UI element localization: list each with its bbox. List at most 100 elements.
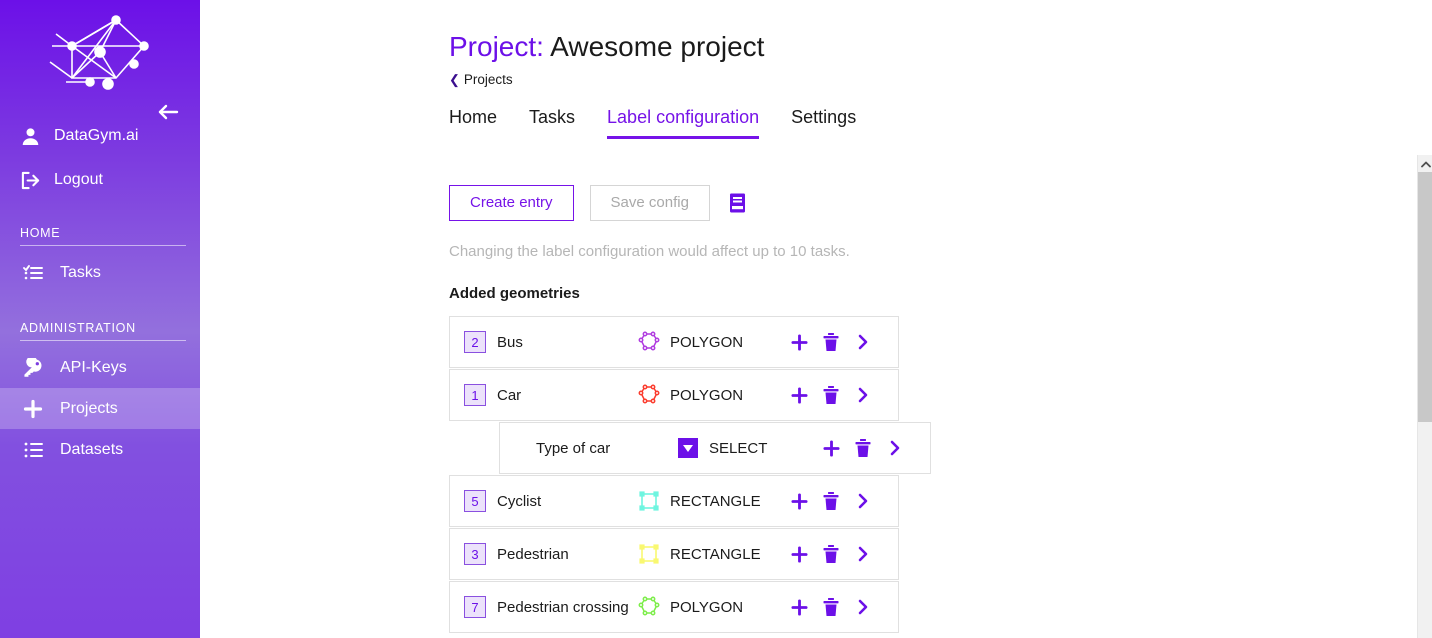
- select-dropdown-icon: [676, 436, 700, 460]
- app-root: DataGym.ai Logout HOME Tasks ADMINISTRAT…: [0, 0, 1432, 638]
- row-actions: [789, 384, 873, 406]
- geometry-name: Pedestrian: [497, 545, 569, 563]
- sidebar-section-home: HOME: [0, 226, 200, 246]
- network-graph-logo: [48, 12, 152, 95]
- chevron-right-icon[interactable]: [853, 596, 873, 618]
- chevron-right-icon[interactable]: [853, 384, 873, 406]
- table-row[interactable]: 2 Bus POLYGON: [449, 316, 899, 368]
- plus-icon[interactable]: [789, 331, 809, 353]
- geometry-type: RECTANGLE: [670, 545, 761, 563]
- sidebar-item-api-keys[interactable]: API-Keys: [0, 347, 200, 388]
- checklist-icon: [20, 264, 46, 282]
- sidebar-logout-label: Logout: [54, 171, 103, 188]
- sidebar-administration-items: API-Keys Projects Datasets: [0, 347, 200, 470]
- sidebar-logout[interactable]: Logout: [0, 162, 200, 198]
- plus-icon[interactable]: [789, 384, 809, 406]
- page-title-prefix: Project:: [449, 31, 544, 62]
- sidebar-item-projects-label: Projects: [60, 399, 118, 417]
- trash-icon[interactable]: [821, 490, 841, 512]
- sidebar-section-home-label: HOME: [20, 226, 186, 246]
- geometry-badge: 5: [464, 490, 486, 512]
- geometry-name: Car: [497, 386, 522, 404]
- sidebar-item-projects[interactable]: Projects: [0, 388, 200, 429]
- scrollbar-thumb[interactable]: [1418, 172, 1432, 422]
- page-title: Project: Awesome project: [200, 0, 1432, 64]
- user-icon: [18, 127, 42, 146]
- geometry-type: POLYGON: [670, 386, 744, 404]
- sidebar-section-administration-label: ADMINISTRATION: [20, 321, 186, 341]
- vertical-scrollbar[interactable]: [1417, 155, 1432, 638]
- geometry-type: SELECT: [709, 439, 768, 457]
- trash-icon[interactable]: [853, 437, 873, 459]
- chevron-left-icon: ❮: [449, 72, 460, 87]
- rectangle-icon: [637, 489, 661, 513]
- geometry-name: Cyclist: [497, 492, 542, 510]
- config-warning-text: Changing the label configuration would a…: [449, 243, 850, 260]
- row-actions: [789, 596, 873, 618]
- book-icon[interactable]: [726, 191, 750, 215]
- row-actions: [789, 543, 873, 565]
- sidebar-item-datasets[interactable]: Datasets: [0, 429, 200, 470]
- save-config-button: Save config: [589, 185, 710, 221]
- breadcrumb-label: Projects: [463, 72, 513, 87]
- plus-icon[interactable]: [789, 490, 809, 512]
- chevron-right-icon[interactable]: [885, 437, 905, 459]
- geometry-type: POLYGON: [670, 598, 744, 616]
- tab-home[interactable]: Home: [449, 107, 497, 139]
- sidebar-item-datasets-label: Datasets: [60, 440, 124, 458]
- geometry-badge: 2: [464, 331, 486, 353]
- page-title-name: Awesome project: [550, 31, 765, 62]
- geometry-name: Bus: [497, 333, 523, 351]
- geometry-list: 2 Bus POLYGON 1 Car POLYGON Type of car …: [200, 316, 1432, 633]
- row-actions: [821, 437, 905, 459]
- geometry-badge: 7: [464, 596, 486, 618]
- trash-icon[interactable]: [821, 384, 841, 406]
- tab-settings[interactable]: Settings: [791, 107, 856, 139]
- child-row-box[interactable]: Type of car SELECT: [499, 422, 931, 474]
- geometry-badge: 1: [464, 384, 486, 406]
- sidebar-item-tasks-label: Tasks: [60, 263, 101, 281]
- rectangle-icon: [637, 542, 661, 566]
- sidebar-section-administration: ADMINISTRATION: [0, 321, 200, 341]
- table-row[interactable]: 3 Pedestrian RECTANGLE: [449, 528, 899, 580]
- scroll-up-button[interactable]: [1418, 155, 1432, 172]
- plus-icon: [20, 399, 46, 419]
- chevron-right-icon[interactable]: [853, 543, 873, 565]
- geometry-type: POLYGON: [670, 333, 744, 351]
- polygon-icon: [637, 595, 661, 619]
- row-actions: [789, 490, 873, 512]
- trash-icon[interactable]: [821, 543, 841, 565]
- chevron-right-icon[interactable]: [853, 331, 873, 353]
- sidebar: DataGym.ai Logout HOME Tasks ADMINISTRAT…: [0, 0, 200, 638]
- chevron-right-icon[interactable]: [853, 490, 873, 512]
- plus-icon[interactable]: [789, 596, 809, 618]
- logout-icon: [18, 171, 42, 190]
- tab-tasks[interactable]: Tasks: [529, 107, 575, 139]
- tab-bar: Home Tasks Label configuration Settings: [200, 99, 1432, 139]
- key-icon: [20, 357, 46, 378]
- sidebar-collapse-button[interactable]: [154, 100, 182, 128]
- geometry-name: Type of car: [536, 439, 611, 457]
- logo-wrap: [0, 0, 200, 100]
- table-row[interactable]: 7 Pedestrian crossing POLYGON: [449, 581, 899, 633]
- plus-icon[interactable]: [821, 437, 841, 459]
- label-config-panel: Create entry Save config Changing the la…: [200, 155, 1432, 638]
- row-actions: [789, 331, 873, 353]
- chevron-up-icon: [1420, 155, 1431, 173]
- polygon-icon: [637, 383, 661, 407]
- sidebar-item-api-keys-label: API-Keys: [60, 358, 127, 376]
- sidebar-home-items: Tasks: [0, 252, 200, 293]
- geometry-name: Pedestrian crossing: [497, 598, 629, 616]
- table-row[interactable]: 5 Cyclist RECTANGLE: [449, 475, 899, 527]
- tab-label-configuration[interactable]: Label configuration: [607, 107, 760, 139]
- trash-icon[interactable]: [821, 331, 841, 353]
- table-row[interactable]: 1 Car POLYGON: [449, 369, 899, 421]
- plus-icon[interactable]: [789, 543, 809, 565]
- trash-icon[interactable]: [821, 596, 841, 618]
- main-content: Project: Awesome project ❮ Projects Home…: [200, 0, 1432, 638]
- breadcrumb[interactable]: ❮ Projects: [200, 64, 513, 87]
- sidebar-item-tasks[interactable]: Tasks: [0, 252, 200, 293]
- table-row-child[interactable]: Type of car SELECT: [449, 422, 931, 474]
- create-entry-button[interactable]: Create entry: [449, 185, 574, 221]
- arrow-left-icon: [157, 103, 179, 126]
